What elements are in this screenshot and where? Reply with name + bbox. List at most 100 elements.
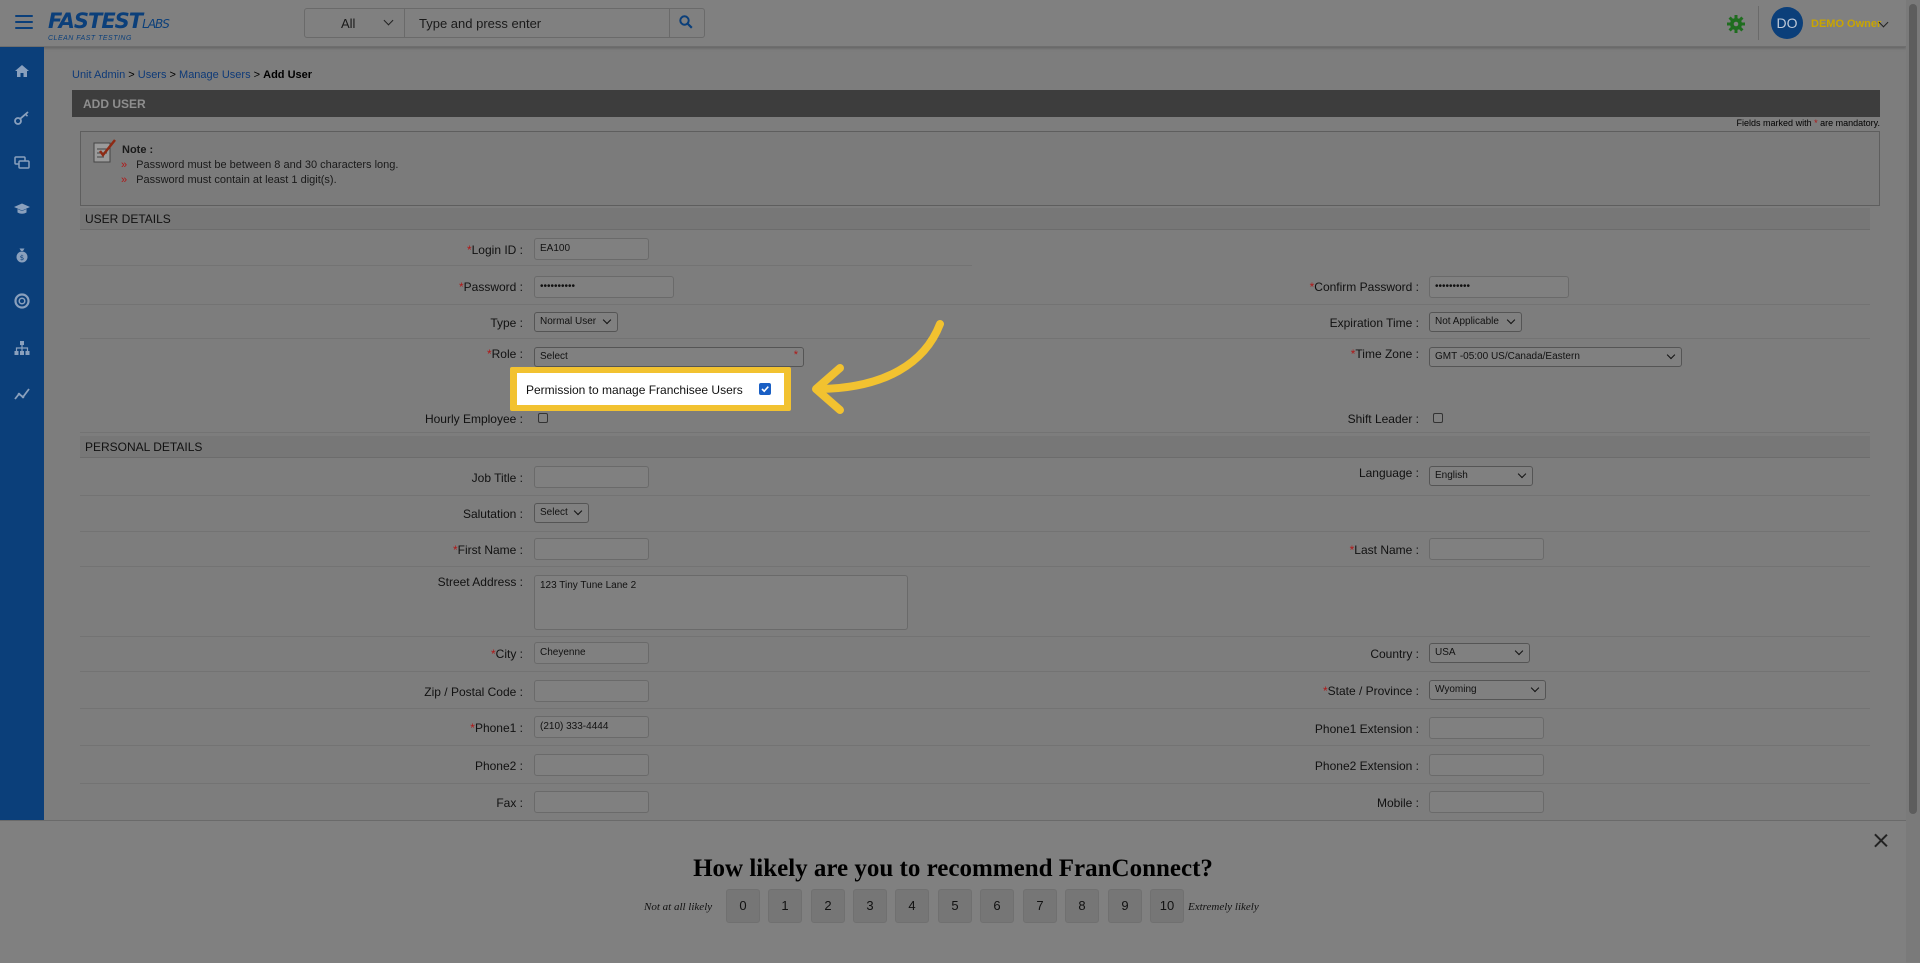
phone2-label: Phone2 : [474, 759, 523, 773]
money-bag-icon[interactable]: $ [13, 246, 31, 264]
search-scope-dropdown[interactable]: All [305, 9, 405, 37]
permission-checkbox[interactable] [759, 383, 771, 395]
password-input[interactable]: •••••••••• [534, 276, 674, 298]
chat-icon[interactable] [13, 154, 31, 172]
org-chart-icon[interactable] [13, 339, 31, 357]
phone2-extension-label: Phone2 Extension : [1314, 759, 1419, 773]
score-button-4[interactable]: 4 [895, 889, 929, 923]
page-title-bar: ADD USER [72, 90, 1880, 117]
score-button-10[interactable]: 10 [1150, 889, 1184, 923]
score-button-8[interactable]: 8 [1065, 889, 1099, 923]
notepad-icon [91, 138, 117, 169]
logo-main-text: FASTEST [48, 9, 143, 33]
page-scrollbar[interactable] [1906, 0, 1920, 962]
score-button-5[interactable]: 5 [938, 889, 972, 923]
company-logo[interactable]: FASTESTLABS CLEAN FAST TESTING [48, 9, 170, 42]
salutation-label: Salutation : [462, 507, 523, 521]
fax-input[interactable] [534, 791, 649, 813]
country-select[interactable]: USA [1429, 643, 1530, 663]
permission-highlight: Permission to manage Franchisee Users [510, 367, 791, 411]
salutation-select[interactable]: Select [534, 503, 589, 523]
analytics-icon[interactable] [13, 385, 31, 403]
personal-details-heading-text: PERSONAL DETAILS [85, 440, 203, 454]
chevron-down-icon [1514, 646, 1524, 656]
hourly-employee-checkbox[interactable] [538, 413, 548, 423]
time-zone-value: GMT -05:00 US/Canada/Eastern [1435, 351, 1580, 362]
note-line-text: Password must contain at least 1 digit(s… [136, 174, 337, 186]
zip-label: Zip / Postal Code : [424, 685, 523, 699]
mandatory-star: * [1814, 118, 1818, 128]
language-label: Language : [1358, 466, 1419, 480]
breadcrumb-users[interactable]: Users [138, 69, 167, 81]
chevron-down-icon [383, 15, 394, 26]
breadcrumb-current: Add User [263, 69, 313, 81]
breadcrumb-manage-users[interactable]: Manage Users [179, 69, 251, 81]
close-icon[interactable] [1874, 833, 1888, 847]
row-divider [80, 265, 972, 266]
phone2-input[interactable] [534, 754, 649, 776]
note-heading: Note : [122, 144, 154, 156]
zip-input[interactable] [534, 680, 649, 702]
menu-icon[interactable] [15, 15, 33, 29]
note-line: » Password must contain at least 1 digit(… [121, 174, 337, 186]
shift-leader-checkbox[interactable] [1433, 413, 1443, 423]
key-icon[interactable] [13, 109, 31, 127]
phone1-input[interactable]: (210) 333-4444 [534, 716, 649, 738]
support-icon[interactable] [13, 292, 31, 310]
score-button-0[interactable]: 0 [726, 889, 760, 923]
breadcrumb-separator: > [125, 69, 138, 81]
password-label: *Password : [458, 280, 523, 294]
home-icon[interactable] [13, 62, 31, 80]
password-note: Note : » Password must be between 8 and 3… [80, 131, 1880, 206]
score-button-1[interactable]: 1 [768, 889, 802, 923]
score-button-3[interactable]: 3 [853, 889, 887, 923]
breadcrumb-separator: > [250, 69, 264, 81]
graduation-cap-icon[interactable] [13, 200, 31, 218]
score-button-6[interactable]: 6 [980, 889, 1014, 923]
expiration-time-label: Expiration Time : [1329, 316, 1419, 330]
expiration-time-select[interactable]: Not Applicable [1429, 312, 1522, 332]
scrollbar-thumb[interactable] [1909, 4, 1917, 814]
row-divider [80, 636, 1870, 637]
job-title-input[interactable] [534, 466, 649, 488]
breadcrumb-unit-admin[interactable]: Unit Admin [72, 69, 125, 81]
mobile-input[interactable] [1429, 791, 1544, 813]
first-name-input[interactable] [534, 538, 649, 560]
search-button[interactable] [669, 9, 704, 37]
chevron-down-icon [573, 506, 583, 516]
row-divider [80, 745, 1870, 746]
mandatory-suffix: are mandatory. [1820, 118, 1880, 128]
bullet: » [121, 174, 128, 186]
country-label: Country : [1370, 647, 1419, 661]
search-input[interactable] [405, 9, 669, 37]
role-select[interactable]: Select * [534, 347, 804, 367]
row-divider [80, 304, 1870, 305]
state-select[interactable]: Wyoming [1429, 680, 1546, 700]
language-select[interactable]: English [1429, 466, 1533, 486]
settings-gear-icon[interactable] [1726, 14, 1746, 34]
score-button-7[interactable]: 7 [1023, 889, 1057, 923]
type-select-value: Normal User [540, 316, 597, 327]
last-name-input[interactable] [1429, 538, 1544, 560]
street-address-label: Street Address : [437, 575, 523, 589]
user-avatar[interactable]: DO [1771, 7, 1803, 39]
phone2-extension-input[interactable] [1429, 754, 1544, 776]
phone1-extension-label: Phone1 Extension : [1314, 722, 1419, 736]
type-select[interactable]: Normal User [534, 312, 618, 332]
phone1-extension-input[interactable] [1429, 717, 1544, 739]
score-button-2[interactable]: 2 [811, 889, 845, 923]
logo-suffix: LABS [142, 17, 170, 31]
street-address-textarea[interactable]: 123 Tiny Tune Lane 2 [534, 575, 908, 630]
confirm-password-input[interactable]: •••••••••• [1429, 276, 1569, 298]
role-label: *Role : [486, 347, 523, 361]
user-name[interactable]: DEMO Owner [1811, 18, 1881, 30]
time-zone-select[interactable]: GMT -05:00 US/Canada/Eastern [1429, 347, 1682, 367]
login-id-input[interactable]: EA100 [534, 238, 649, 260]
city-input[interactable]: Cheyenne [534, 642, 649, 664]
language-value: English [1435, 470, 1468, 481]
score-button-9[interactable]: 9 [1108, 889, 1142, 923]
mandatory-prefix: Fields marked with [1736, 118, 1812, 128]
row-divider [80, 671, 1870, 672]
page-title: ADD USER [83, 97, 146, 111]
fax-label: Fax : [496, 796, 523, 810]
